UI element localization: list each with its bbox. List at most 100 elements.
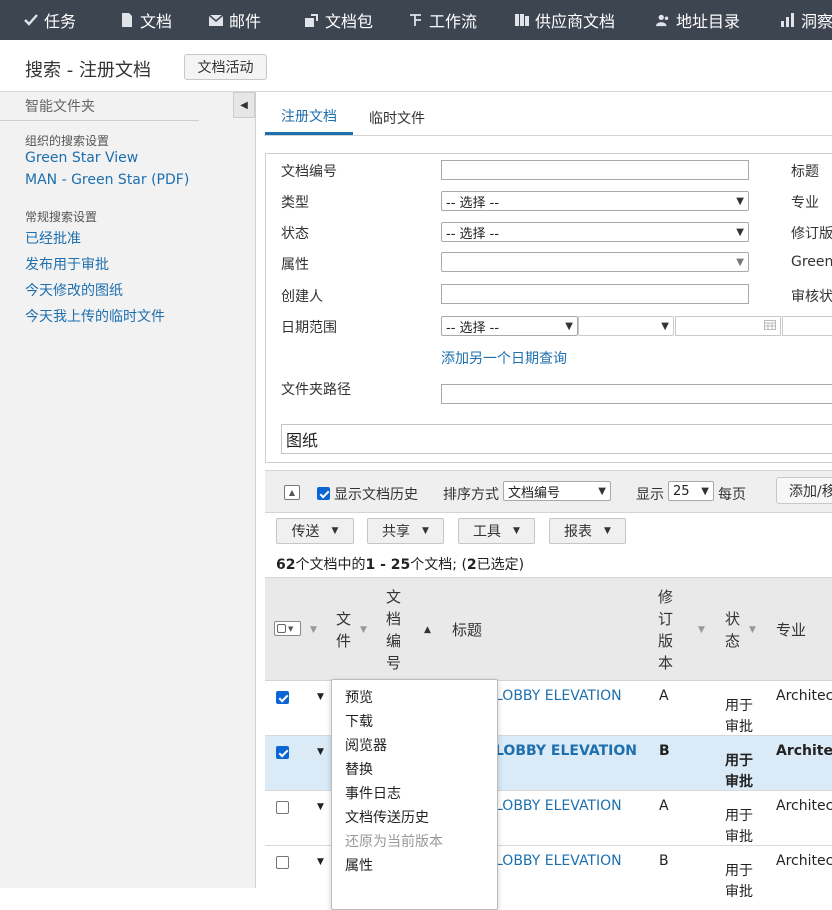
row-checkbox[interactable] (276, 746, 289, 759)
sidebar-item-man-green-star-pdf[interactable]: MAN - Green Star (PDF) (25, 172, 189, 188)
menu-item-preview[interactable]: 预览 (345, 687, 373, 707)
sidebar-item-issued-for-approval[interactable]: 发布用于审批 (25, 254, 109, 274)
sidebar: 智能文件夹 ◀ 组织的搜索设置 Green Star View MAN - Gr… (0, 92, 256, 888)
sidebar-item-temp-files-uploaded-today[interactable]: 今天我上传的临时文件 (25, 306, 165, 326)
row-checkbox[interactable] (276, 691, 289, 704)
nav-item-supplier-docs[interactable]: 供应商文档 (515, 0, 615, 40)
discipline-label: 专业 (791, 195, 819, 211)
row-menu-caret-icon[interactable]: ▼ (317, 692, 324, 702)
column-status[interactable]: 状态 (725, 608, 741, 652)
status-select[interactable]: -- 选择 -- ▼ (441, 222, 749, 242)
column-title[interactable]: 标题 (452, 619, 482, 641)
creator-input[interactable] (441, 284, 749, 304)
menu-item-event-log[interactable]: 事件日志 (345, 783, 401, 803)
select-all-checkbox[interactable]: ▼ (274, 621, 301, 636)
folder-path-label: 文件夹路径 (281, 382, 351, 398)
count-text: 个文档中的 (295, 557, 366, 573)
nav-item-tasks[interactable]: 任务 (24, 0, 76, 40)
row-title[interactable]: LOBBY ELEVATION (495, 743, 637, 759)
nav-item-workflow[interactable]: 工作流 (409, 0, 477, 40)
menu-item-replace[interactable]: 替换 (345, 759, 373, 779)
share-button[interactable]: 共享 ▼ (367, 518, 444, 544)
attribute-select[interactable]: ▼ (441, 252, 749, 272)
per-page-value: 25 (673, 483, 690, 499)
document-icon (120, 13, 134, 27)
row-menu-caret-icon[interactable]: ▼ (317, 802, 324, 812)
document-activity-button[interactable]: 文档活动 (184, 54, 267, 80)
folder-path-input[interactable] (441, 384, 832, 404)
menu-item-properties[interactable]: 属性 (345, 855, 373, 875)
tools-button[interactable]: 工具 ▼ (458, 518, 535, 544)
add-date-query-link[interactable]: 添加另一个日期查询 (441, 348, 567, 368)
row-checkbox[interactable] (276, 801, 289, 814)
nav-item-label: 工作流 (429, 12, 478, 31)
range-text: 1 - 25 (365, 557, 411, 573)
nav-item-mail[interactable]: 邮件 (209, 0, 261, 40)
revision-label: 修订版 (791, 226, 832, 242)
row-menu-caret-icon[interactable]: ▼ (317, 857, 324, 867)
date-input-2[interactable] (782, 316, 832, 336)
sidebar-divider (0, 120, 199, 121)
collapse-sidebar-button[interactable]: ◀ (233, 92, 255, 118)
type-label: 类型 (281, 195, 309, 211)
column-discipline[interactable]: 专业 (776, 619, 806, 641)
sort-caret-icon[interactable]: ▼ (698, 625, 705, 635)
reports-button[interactable]: 报表 ▼ (549, 518, 626, 544)
sidebar-item-green-star-view[interactable]: Green Star View (25, 150, 138, 166)
keyword-input[interactable]: 图纸 (281, 424, 832, 454)
doc-no-input[interactable] (441, 160, 749, 180)
sort-caret-icon[interactable]: ▼ (749, 625, 756, 635)
per-page-select[interactable]: 25 ▼ (668, 481, 714, 501)
show-label: 显示 (636, 487, 664, 503)
type-select[interactable]: -- 选择 -- ▼ (441, 191, 749, 211)
row-discipline: Architectu (776, 688, 832, 704)
calendar-icon[interactable] (764, 319, 776, 334)
sidebar-item-approved[interactable]: 已经批准 (25, 228, 81, 248)
add-move-button[interactable]: 添加/移 (776, 477, 832, 504)
nav-item-address-book[interactable]: 地址目录 (656, 0, 740, 40)
check-icon (24, 13, 38, 27)
row-discipline: Architectu (776, 798, 832, 814)
table-header: ▼ ▼ 文件 ▼ 文档编号 ▲ 标题 修订版本 ▼ 状态 ▼ 专业 (265, 577, 832, 681)
tab-temporary-files[interactable]: 临时文件 (356, 100, 438, 135)
transmit-button[interactable]: 传送 ▼ (276, 518, 354, 544)
date-operator-select[interactable]: ▼ (578, 316, 674, 336)
caret-down-icon: ▼ (422, 526, 429, 536)
sidebar-item-drawings-modified-today[interactable]: 今天修改的图纸 (25, 280, 123, 300)
page-title: 搜索 - 注册文档 (25, 60, 151, 81)
column-file[interactable]: 文件 (336, 608, 352, 652)
sort-ascending-icon[interactable]: ▲ (424, 625, 431, 635)
row-title[interactable]: LOBBY ELEVATION (495, 798, 622, 814)
row-discipline: Architectu (776, 853, 832, 869)
menu-item-transmittal-history[interactable]: 文档传送历史 (345, 807, 429, 827)
row-title[interactable]: LOBBY ELEVATION (495, 853, 622, 869)
show-history-label: 显示文档历史 (334, 487, 418, 503)
row-revision: A (659, 798, 669, 814)
tab-registered-documents[interactable]: 注册文档 (265, 100, 353, 135)
menu-item-viewer[interactable]: 阅览器 (345, 735, 387, 755)
row-menu-caret-icon[interactable]: ▼ (317, 747, 324, 757)
caret-down-icon: ▼ (513, 526, 520, 536)
package-icon (305, 13, 319, 27)
row-status: 用于审批 (725, 808, 753, 845)
nav-item-documents[interactable]: 文档 (120, 0, 172, 40)
row-title[interactable]: LOBBY ELEVATION (495, 688, 622, 704)
date-range-label: 日期范围 (281, 320, 337, 336)
date-input[interactable] (675, 316, 781, 336)
title-label: 标题 (791, 164, 819, 180)
show-history-checkbox[interactable] (317, 487, 330, 500)
column-revision[interactable]: 修订版本 (658, 586, 674, 674)
collapse-search-button[interactable]: ▲ (284, 485, 300, 500)
nav-item-packages[interactable]: 文档包 (305, 0, 373, 40)
sort-caret-icon[interactable]: ▼ (310, 625, 317, 635)
sort-by-select[interactable]: 文档编号 ▼ (503, 481, 611, 501)
per-page-suffix: 每页 (718, 487, 746, 503)
row-checkbox[interactable] (276, 856, 289, 869)
chevron-down-icon: ▼ (661, 320, 669, 332)
status-label: 状态 (281, 226, 309, 242)
column-doc-no[interactable]: 文档编号 (386, 586, 402, 674)
sort-caret-icon[interactable]: ▼ (360, 625, 367, 635)
date-range-select[interactable]: -- 选择 -- ▼ (441, 316, 578, 336)
menu-item-download[interactable]: 下载 (345, 711, 373, 731)
nav-item-insights[interactable]: 洞察 (781, 0, 832, 40)
